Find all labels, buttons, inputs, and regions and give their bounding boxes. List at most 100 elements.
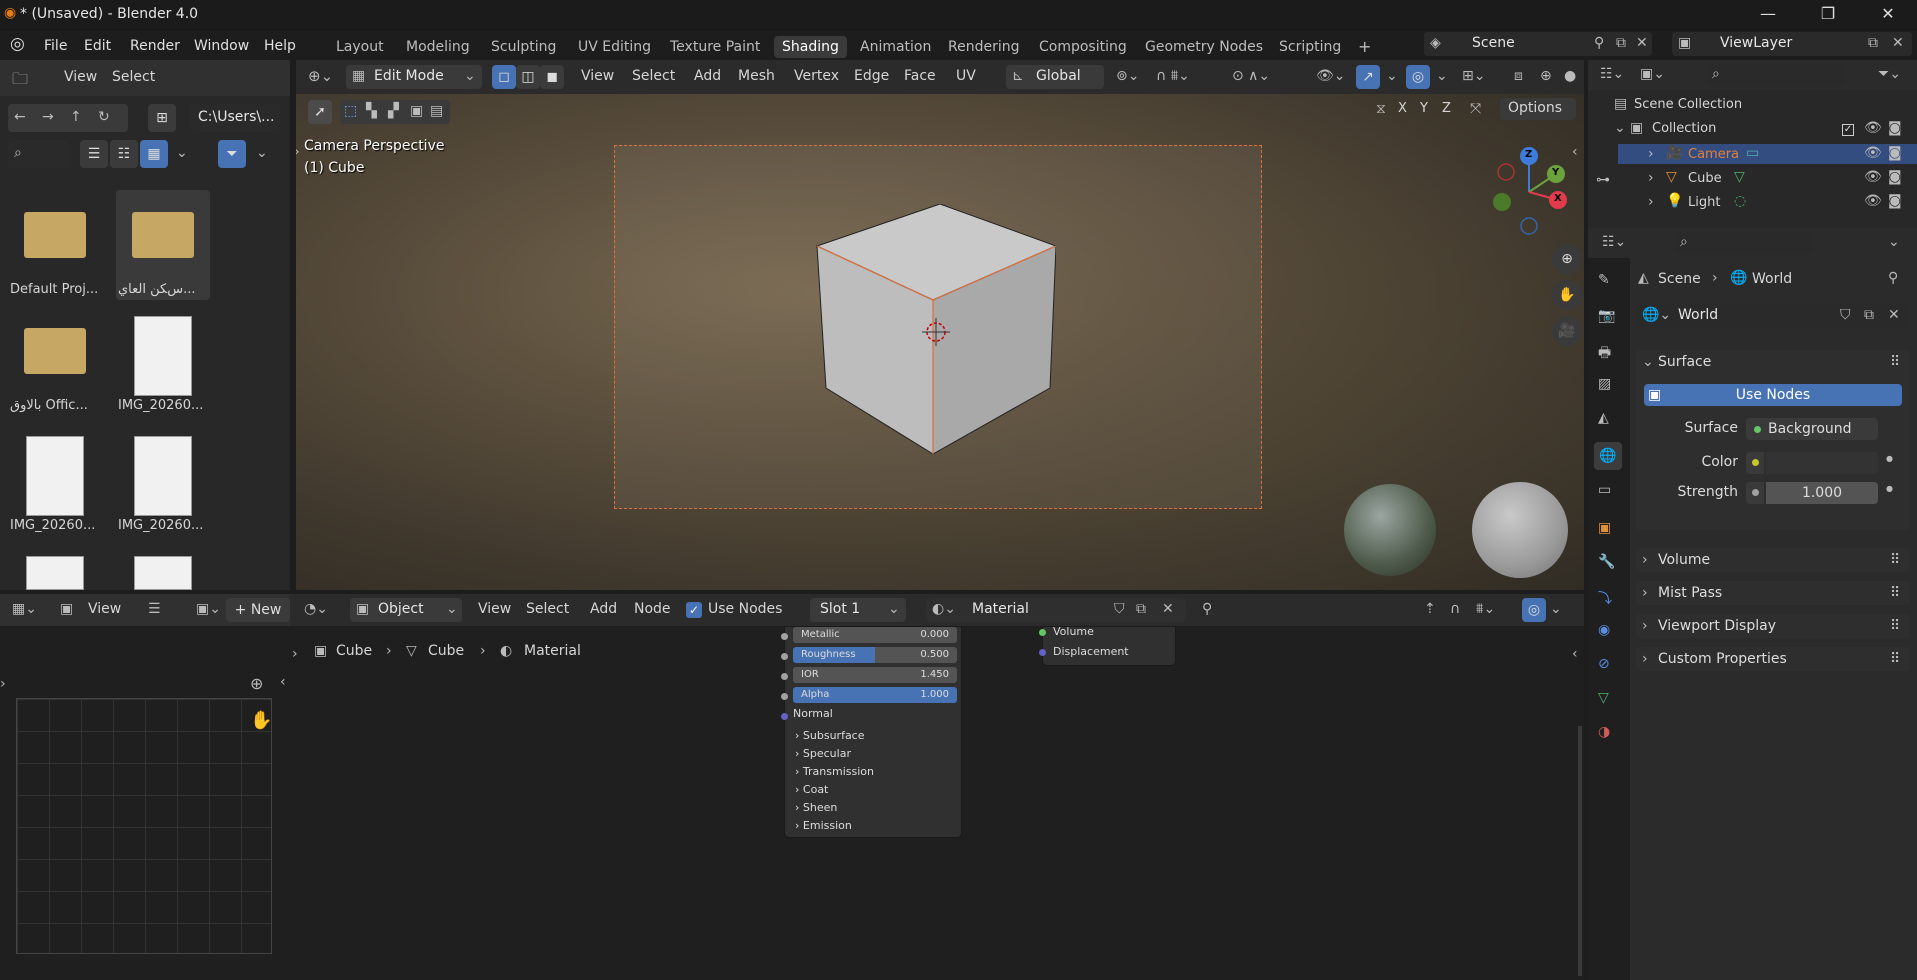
keyframe-icon[interactable]: ● [1886,454,1893,463]
options-button[interactable]: Options [1500,98,1576,120]
vp-menu-vertex[interactable]: Vertex [794,68,839,84]
surface-panel-header[interactable]: ⌄ Surface ⠿ [1636,350,1910,374]
sidebar-expand-icon[interactable]: ‹ [280,674,286,690]
file-item[interactable]: IMG_20260... [116,316,210,416]
drag-handle-icon[interactable]: ⠿ [1890,618,1900,634]
view-layer-tab-icon[interactable]: ▨ [1598,376,1611,392]
file-item[interactable]: ﺑﺎﻻﻭﻕ Offic... [10,316,96,413]
ie-view-menu[interactable]: View [88,601,121,617]
vp-menu-uv[interactable]: UV [956,68,976,84]
physics-tab-icon[interactable]: ◉ [1598,622,1610,638]
tab-compositing[interactable]: Compositing [1031,36,1135,58]
world-tab-icon[interactable]: 🌐 [1594,442,1622,470]
node-editor-canvas[interactable]: › ‹ ▣ Cube › ▽ Cube › ◐ Material Metalli… [290,625,1584,980]
mirror-z-toggle[interactable]: Z [1442,101,1451,116]
vp-menu-edge[interactable]: Edge [854,68,889,84]
filter-icon[interactable]: ⏷⌄ [1878,66,1901,82]
collection-tab-icon[interactable]: ▭ [1598,482,1611,498]
filter-dropdown-icon[interactable]: ⌄ [256,145,268,161]
eye-icon[interactable]: 👁 [1864,169,1882,185]
vp-menu-mesh[interactable]: Mesh [738,68,775,84]
vp-menu-add[interactable]: Add [694,68,721,84]
close-button[interactable]: ✕ [1865,0,1911,30]
wireframe-shading-icon[interactable]: ⊕ [1540,68,1552,84]
tab-scripting[interactable]: Scripting [1271,36,1349,58]
mode-selector[interactable]: ▦ Edit Mode ⌄ [346,65,482,89]
menu-help[interactable]: Help [258,35,302,57]
overlay-dropdown-icon[interactable]: ⌄ [1436,68,1448,84]
drag-handle-icon[interactable]: ⠿ [1890,585,1900,601]
pin-icon[interactable]: ⚲ [1594,35,1604,51]
file-item[interactable]: ﺱﻜﻦ ﺍﻟﻌﺎﻱ... [116,190,210,300]
overlay-dropdown-icon[interactable]: ⌄ [1550,601,1562,617]
parent-node-tree-icon[interactable]: ⇡ [1424,601,1436,617]
visibility-icon[interactable]: 👁⌄ [1316,68,1346,84]
scene-tab-icon[interactable]: ◭ [1598,410,1609,426]
overlay-toggle-icon[interactable]: ◎ [1522,598,1546,622]
world-selector[interactable]: 🌐⌄ World ⛉ ⧉ ✕ [1638,304,1908,328]
back-icon[interactable]: ← [14,109,26,125]
tab-animation[interactable]: Animation [852,36,939,58]
alpha-socket[interactable] [781,693,788,700]
file-item[interactable]: IMG_20260... [116,436,210,536]
editor-type-icon[interactable]: ◔⌄ [304,601,328,617]
vp-menu-view[interactable]: View [581,68,614,84]
sidebar-expand-icon[interactable]: ‹ [1572,144,1578,160]
display-dropdown-icon[interactable]: ⌄ [176,145,188,161]
tab-shading[interactable]: Shading [774,36,847,58]
tab-geometry-nodes[interactable]: Geometry Nodes [1137,36,1271,58]
solid-shading-icon[interactable]: ● [1564,68,1576,84]
drag-handle-icon[interactable]: ⠿ [1890,552,1900,568]
unlink-world-icon[interactable]: ✕ [1888,307,1900,323]
tab-uv-editing[interactable]: UV Editing [570,36,659,58]
render-camera-icon[interactable]: ◙ [1888,193,1902,209]
pin-icon[interactable]: ⚲ [1888,270,1898,286]
vp-menu-face[interactable]: Face [904,68,936,84]
render-camera-icon[interactable]: ◙ [1888,169,1902,185]
eye-icon[interactable]: 👁 [1864,120,1882,136]
roughness-field[interactable]: Roughness 0.500 [793,647,957,663]
material-output-node[interactable]: Volume Displacement [1039,625,1176,666]
toolbar-expand-icon[interactable]: › [292,646,298,662]
minimize-button[interactable]: — [1745,0,1791,30]
parent-dir-icon[interactable]: ↑ [70,109,82,125]
refresh-icon[interactable]: ↻ [98,109,110,125]
sidebar-expand-icon[interactable]: ‹ [1572,646,1578,662]
image-thumbnail-icon[interactable] [134,556,192,590]
principled-bsdf-node[interactable]: Metallic 0.000 Roughness 0.500 IOR 1.450… [781,626,962,838]
panel-emission[interactable]: › Emission [795,817,874,835]
eye-icon[interactable]: 👁 [1864,145,1882,161]
viewlayer-selector[interactable]: ▣ ViewLayer ⧉ ✕ [1672,32,1912,56]
mist-pass-panel-header[interactable]: › Mist Pass ⠿ [1636,581,1910,605]
editor-type-icon[interactable]: 🗀 [12,68,28,95]
tab-layout[interactable]: Layout [328,36,392,58]
scrollbar[interactable] [1578,726,1582,976]
xray-icon[interactable]: ⧈ [1514,68,1523,84]
mesh-data-icon[interactable]: ▽ [1734,169,1745,185]
tab-sculpting[interactable]: Sculpting [483,36,564,58]
edge-select-icon[interactable]: ◫ [516,65,540,89]
duplicate-material-icon[interactable]: ⧉ [1136,601,1146,617]
vertical-list-icon[interactable]: ☰ [80,140,108,168]
render-camera-icon[interactable]: ◙ [1888,120,1902,136]
cube-mesh[interactable] [796,204,1056,454]
fb-view-menu[interactable]: View [64,69,97,85]
image-mode-icon[interactable]: ▣ [60,601,73,617]
camera-data-icon[interactable]: ▭ [1746,145,1759,161]
surface-shader-selector[interactable]: Background [1746,418,1878,440]
file-item[interactable]: IMG_20260... [10,436,96,536]
overlay-toggle-icon[interactable]: ◎ [1406,65,1430,89]
snap-icon[interactable]: ∩ ⩩⌄ [1156,68,1190,84]
use-nodes-checkbox[interactable]: ✓ [686,602,702,618]
drag-handle-icon[interactable]: ⠿ [1890,651,1900,667]
editor-type-icon[interactable]: ⊕⌄ [308,67,333,85]
select-new-icon[interactable]: ⬚ [344,103,357,119]
ior-field[interactable]: IOR 1.450 [793,667,957,683]
constraints-tab-icon[interactable]: ⊘ [1598,656,1610,672]
duplicate-world-icon[interactable]: ⧉ [1864,307,1874,323]
toolbar-expand-icon[interactable]: › [0,676,6,692]
ne-menu-view[interactable]: View [478,601,511,617]
mirror-icon[interactable]: ⧖ [1376,101,1386,117]
roughness-socket[interactable] [781,653,788,660]
toolbar-expand-icon[interactable]: › [296,144,300,160]
